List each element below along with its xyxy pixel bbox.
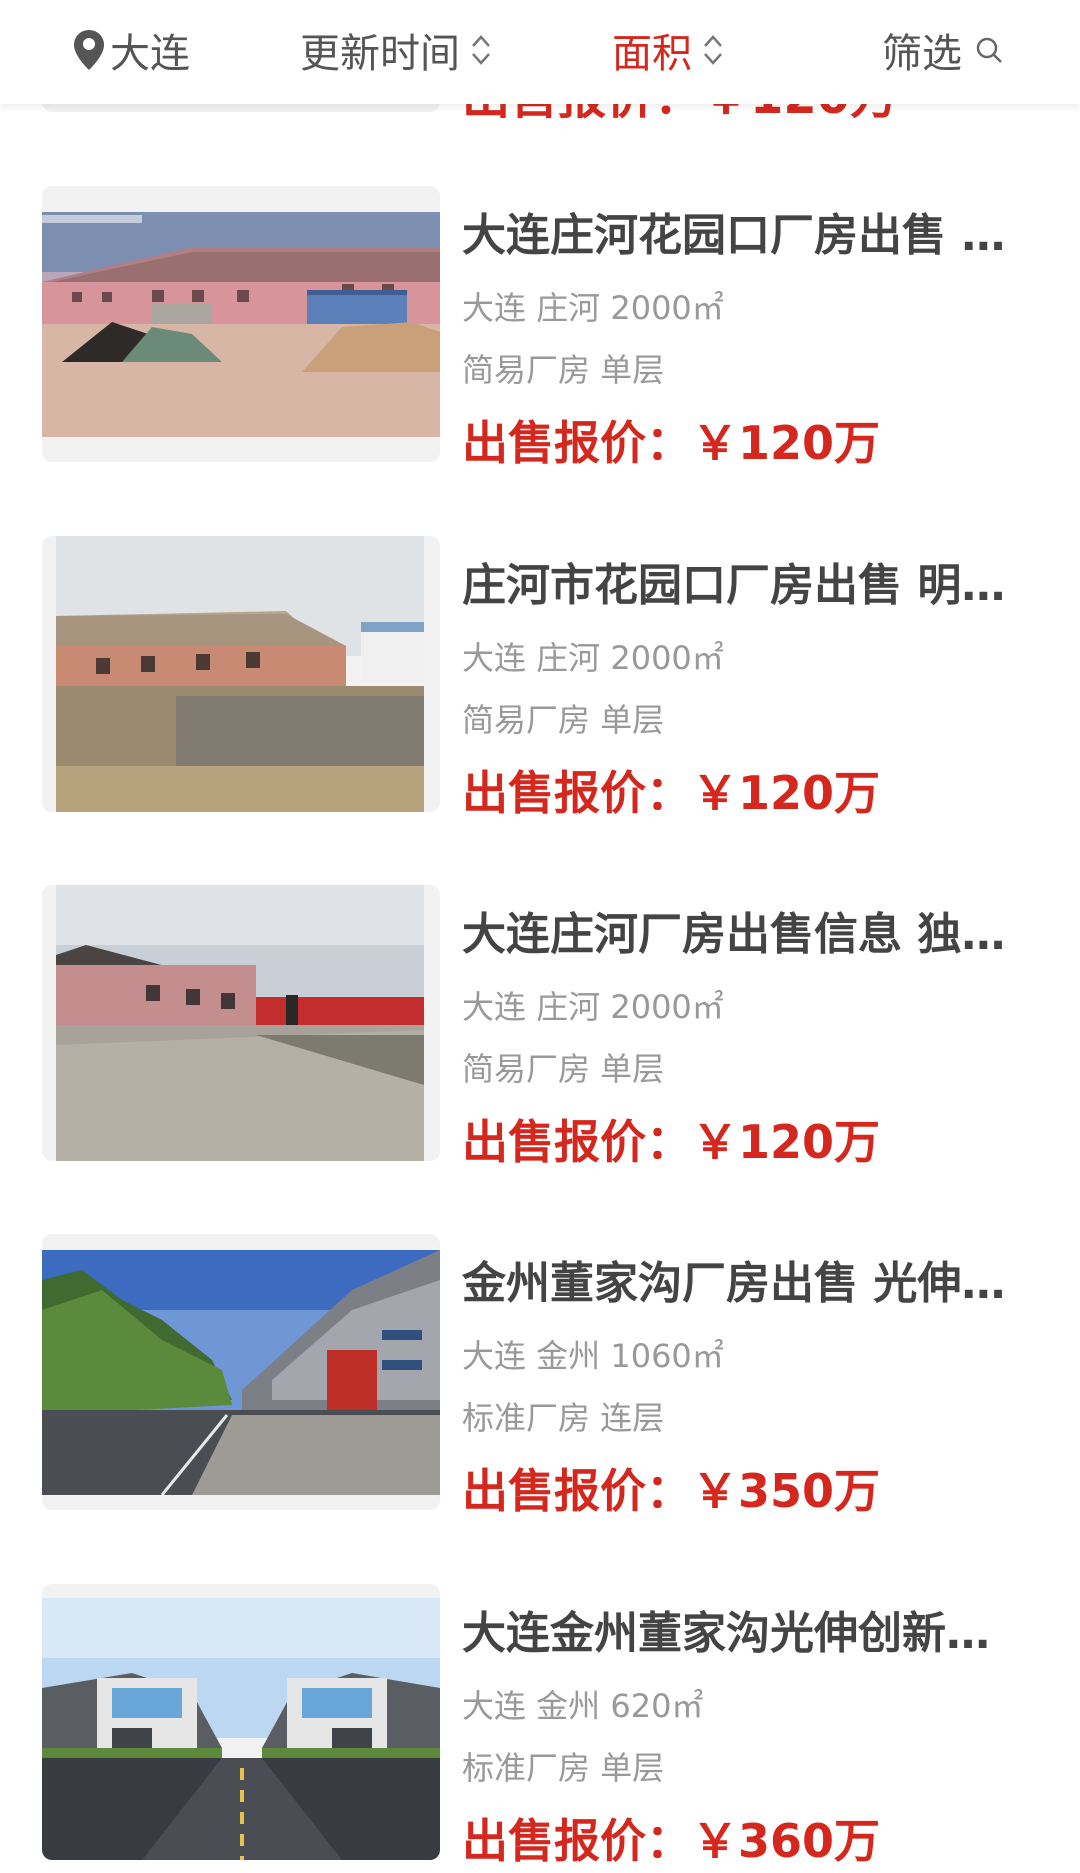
listing-title[interactable]: 金州董家沟厂房出售 光伸… [462,1254,1022,1314]
listing-thumbnail[interactable] [42,536,440,812]
listing-price: 出售报价：￥120万 [462,416,881,470]
area-label: 面积 [612,31,692,77]
listing-item[interactable]: 大连庄河花园口厂房出售 … 大连 庄河 2000㎡ 简易厂房 单层 出售报价：￥… [0,186,1080,486]
filter-button[interactable]: 筛选 [882,22,1004,78]
listing-location: 大连 庄河 2000㎡ [462,639,724,677]
location-pin-icon [74,30,104,70]
sort-arrows-icon [472,35,490,65]
listing-title[interactable]: 大连庄河花园口厂房出售 … [462,206,1022,266]
listing-item[interactable]: 大连庄河厂房出售信息 独… 大连 庄河 2000㎡ 简易厂房 单层 出售报价：￥… [0,885,1080,1185]
listing-thumbnail[interactable] [42,1234,440,1510]
sort-area[interactable]: 面积 [612,22,724,78]
update-time-label: 更新时间 [300,31,460,77]
listing-type: 简易厂房 单层 [462,351,665,389]
listing-thumbnail[interactable] [42,885,440,1161]
search-icon [976,37,1002,63]
filter-bar: 大连 更新时间 面积 筛选 [0,0,1080,104]
factory-photo [42,1598,440,1860]
listing-type: 简易厂房 单层 [462,1050,665,1088]
listing-type: 简易厂房 单层 [462,701,665,739]
city-selector[interactable]: 大连 [72,22,190,78]
listing-type: 标准厂房 连层 [462,1399,665,1437]
factory-photo [56,536,424,812]
listing-item[interactable]: 金州董家沟厂房出售 光伸… 大连 金州 1060㎡ 标准厂房 连层 出售报价：￥… [0,1234,1080,1534]
listing-thumbnail[interactable] [42,1584,440,1860]
listing-price: 出售报价：￥360万 [462,1814,881,1868]
listing-title[interactable]: 大连庄河厂房出售信息 独… [462,905,1022,965]
listing-item[interactable]: 庄河市花园口厂房出售 明… 大连 庄河 2000㎡ 简易厂房 单层 出售报价：￥… [0,536,1080,836]
listing-location: 大连 金州 1060㎡ [462,1337,724,1375]
listing-thumbnail[interactable] [42,186,440,462]
listing-item[interactable]: 大连金州董家沟光伸创新… 大连 金州 620㎡ 标准厂房 单层 出售报价：￥36… [0,1584,1080,1873]
listing-type: 标准厂房 单层 [462,1749,665,1787]
factory-photo [42,1250,440,1495]
factory-photo [56,885,424,1161]
listing-price: 出售报价：￥120万 [462,766,881,820]
listing-page: 大连 更新时间 面积 筛选 出售报价：￥120万 [0,0,1080,1873]
listing-price: 出售报价：￥350万 [462,1464,881,1518]
listing-title[interactable]: 庄河市花园口厂房出售 明… [462,556,1022,616]
listing-location: 大连 庄河 2000㎡ [462,988,724,1026]
sort-arrows-icon [704,35,722,65]
sort-update-time[interactable]: 更新时间 [300,22,492,78]
city-label: 大连 [110,31,190,77]
listing-location: 大连 庄河 2000㎡ [462,289,724,327]
listing-price: 出售报价：￥120万 [462,1115,881,1169]
listing-title[interactable]: 大连金州董家沟光伸创新… [462,1604,1022,1664]
listing-location: 大连 金州 620㎡ [462,1687,704,1725]
filter-label: 筛选 [882,31,962,77]
factory-photo [42,212,440,437]
